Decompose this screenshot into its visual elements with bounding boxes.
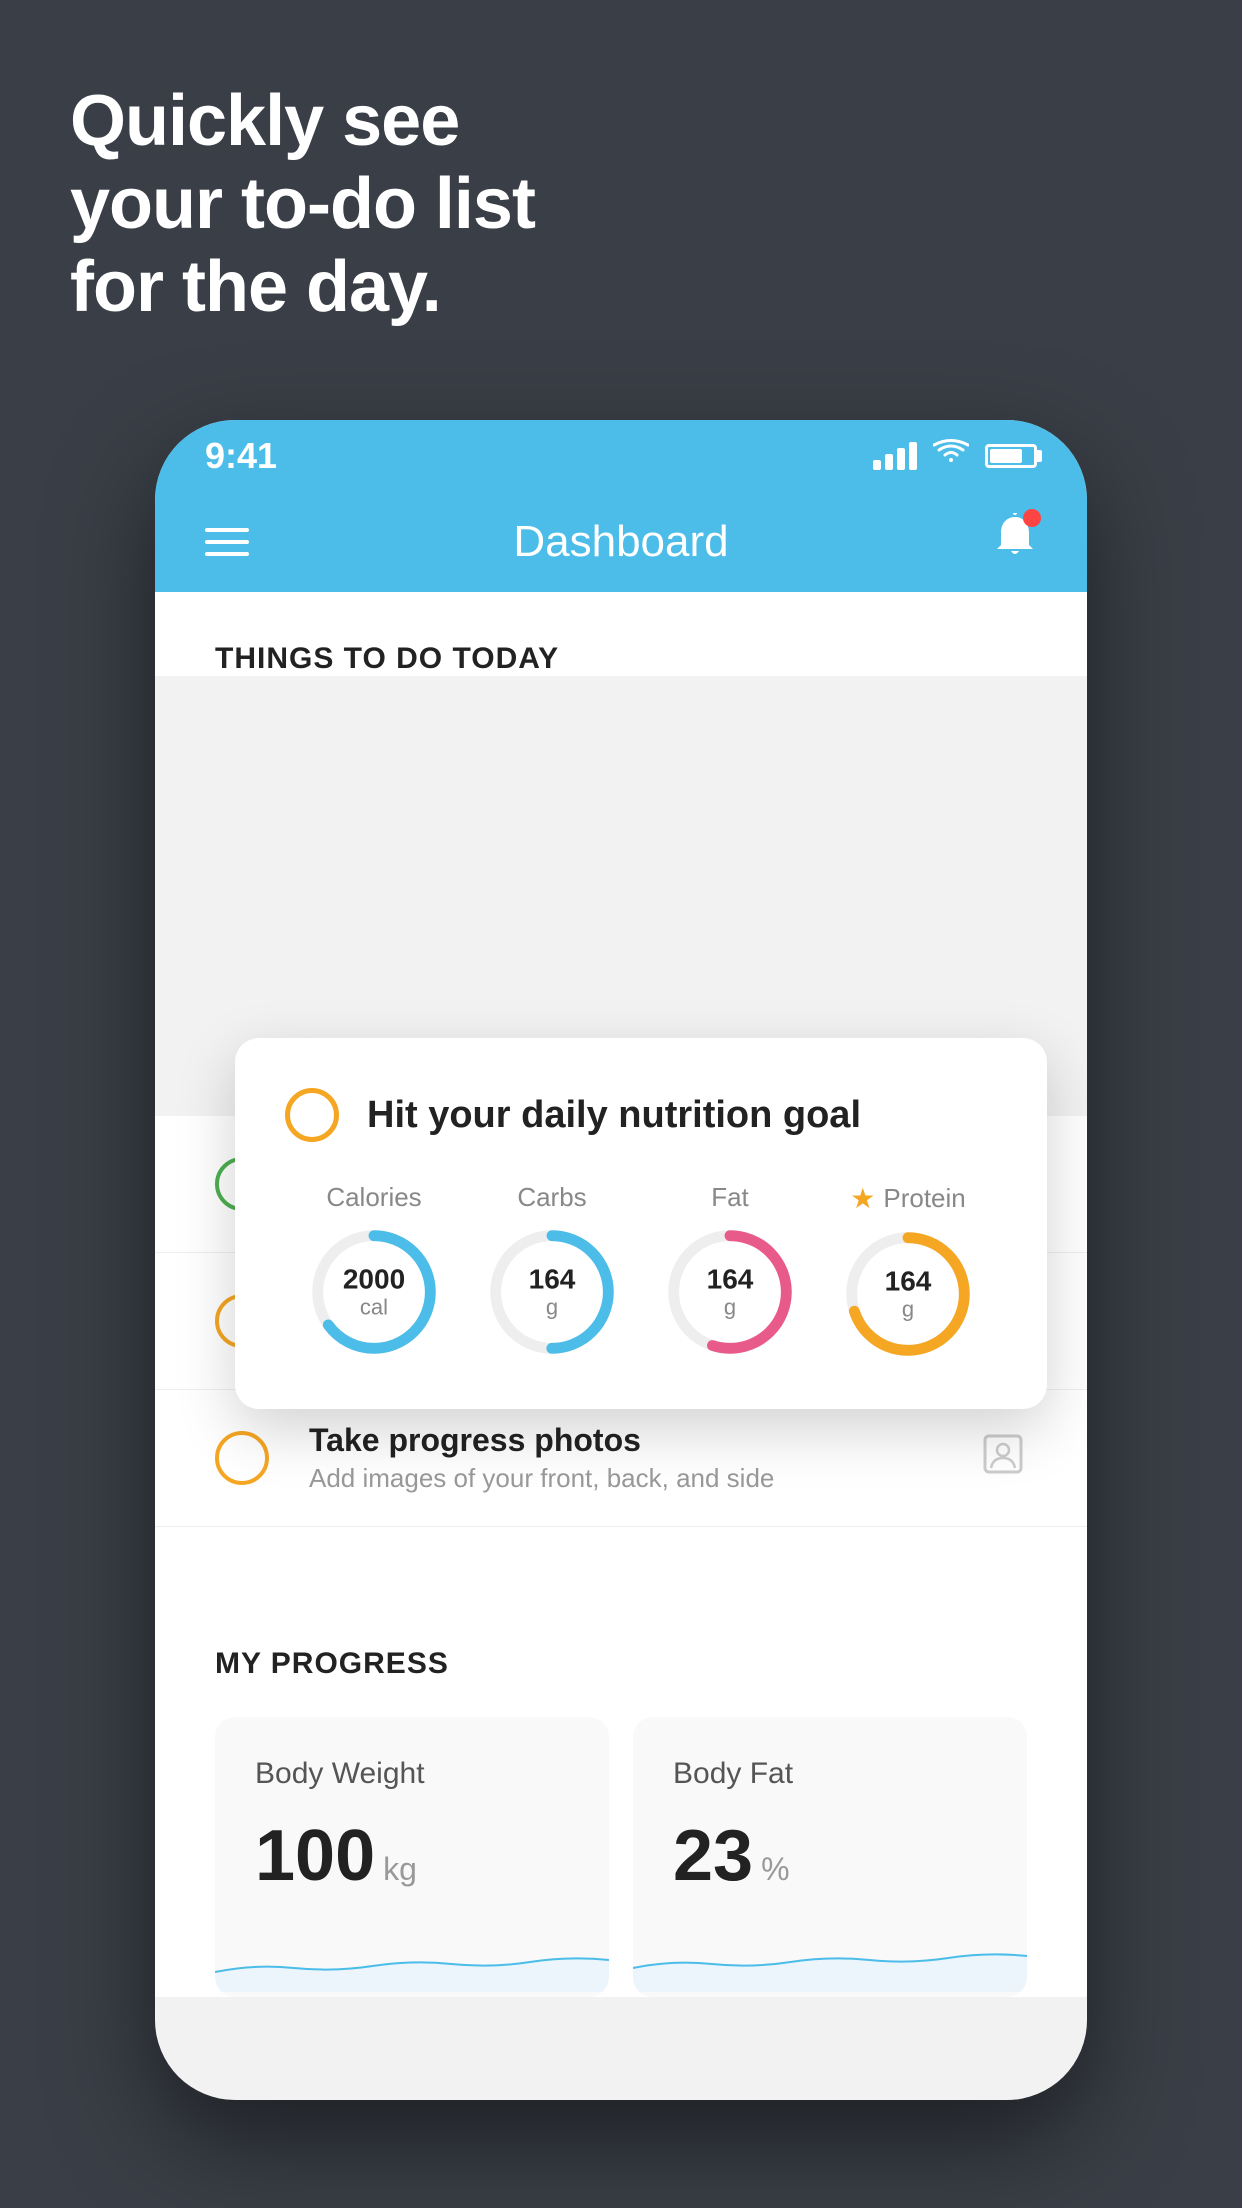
- donut-value-carbs: 164: [529, 1265, 576, 1296]
- things-section: THINGS TO DO TODAY: [155, 592, 1087, 676]
- status-bar: 9:41: [155, 420, 1087, 492]
- nutrition-item-fat: Fat 164 g: [665, 1182, 795, 1357]
- things-section-title: THINGS TO DO TODAY: [215, 642, 559, 675]
- body-fat-wave: [633, 1932, 1027, 1997]
- nutrition-item-protein: ★Protein 164 g: [843, 1182, 973, 1359]
- body-fat-unit: %: [761, 1851, 789, 1887]
- body-fat-value: 23%: [673, 1815, 987, 1897]
- donut-protein: 164 g: [843, 1229, 973, 1359]
- status-icons: [873, 438, 1037, 474]
- app-header: Dashboard: [155, 492, 1087, 592]
- body-weight-unit: kg: [383, 1851, 417, 1887]
- card-title: Hit your daily nutrition goal: [367, 1094, 861, 1137]
- donut-fat: 164 g: [665, 1227, 795, 1357]
- progress-section: MY PROGRESS Body Weight 100kg Body Fat: [155, 1587, 1087, 1997]
- donut-calories: 2000 cal: [309, 1227, 439, 1357]
- notification-bell-icon[interactable]: [993, 513, 1037, 572]
- body-weight-title: Body Weight: [255, 1757, 569, 1791]
- todo-sub-photos: Add images of your front, back, and side: [309, 1463, 939, 1494]
- nutrition-label-protein: ★Protein: [850, 1182, 966, 1215]
- signal-icon: [873, 442, 917, 470]
- nutrition-label-carbs: Carbs: [517, 1182, 586, 1213]
- donut-unit-carbs: g: [529, 1295, 576, 1319]
- body-fat-title: Body Fat: [673, 1757, 987, 1791]
- todo-item-photos[interactable]: Take progress photos Add images of your …: [155, 1390, 1087, 1527]
- headline-line1: Quickly see: [70, 80, 535, 163]
- body-weight-wave: [215, 1932, 609, 1997]
- nutrition-label-fat: Fat: [711, 1182, 749, 1213]
- donut-value-fat: 164: [707, 1265, 754, 1296]
- nutrition-circles: Calories 2000 cal Carbs 164: [285, 1182, 997, 1359]
- person-icon: [979, 1430, 1027, 1487]
- notification-dot: [1023, 509, 1041, 527]
- progress-section-title: MY PROGRESS: [215, 1647, 449, 1680]
- battery-icon: [985, 444, 1037, 468]
- headline-line2: your to-do list: [70, 163, 535, 246]
- wifi-icon: [933, 438, 969, 474]
- menu-button[interactable]: [205, 528, 249, 556]
- headline-line3: for the day.: [70, 246, 535, 329]
- card-status-indicator: [285, 1088, 339, 1142]
- header-title: Dashboard: [513, 517, 728, 567]
- donut-unit-calories: cal: [343, 1295, 405, 1319]
- body-weight-card[interactable]: Body Weight 100kg: [215, 1717, 609, 1997]
- donut-unit-fat: g: [707, 1295, 754, 1319]
- headline: Quickly see your to-do list for the day.: [70, 80, 535, 328]
- donut-value-protein: 164: [885, 1267, 932, 1298]
- nutrition-label-calories: Calories: [326, 1182, 421, 1213]
- nutrition-card: Hit your daily nutrition goal Calories 2…: [235, 1038, 1047, 1409]
- status-time: 9:41: [205, 435, 277, 477]
- body-fat-card[interactable]: Body Fat 23%: [633, 1717, 1027, 1997]
- donut-unit-protein: g: [885, 1297, 932, 1321]
- body-weight-value: 100kg: [255, 1815, 569, 1897]
- donut-carbs: 164 g: [487, 1227, 617, 1357]
- nutrition-item-calories: Calories 2000 cal: [309, 1182, 439, 1357]
- nutrition-item-carbs: Carbs 164 g: [487, 1182, 617, 1357]
- todo-circle-photos: [215, 1431, 269, 1485]
- phone-mockup: 9:41: [155, 420, 1087, 2100]
- todo-name-photos: Take progress photos: [309, 1422, 939, 1459]
- donut-value-calories: 2000: [343, 1265, 405, 1296]
- card-title-row: Hit your daily nutrition goal: [285, 1088, 997, 1142]
- progress-grid: Body Weight 100kg Body Fat 23%: [215, 1717, 1027, 1997]
